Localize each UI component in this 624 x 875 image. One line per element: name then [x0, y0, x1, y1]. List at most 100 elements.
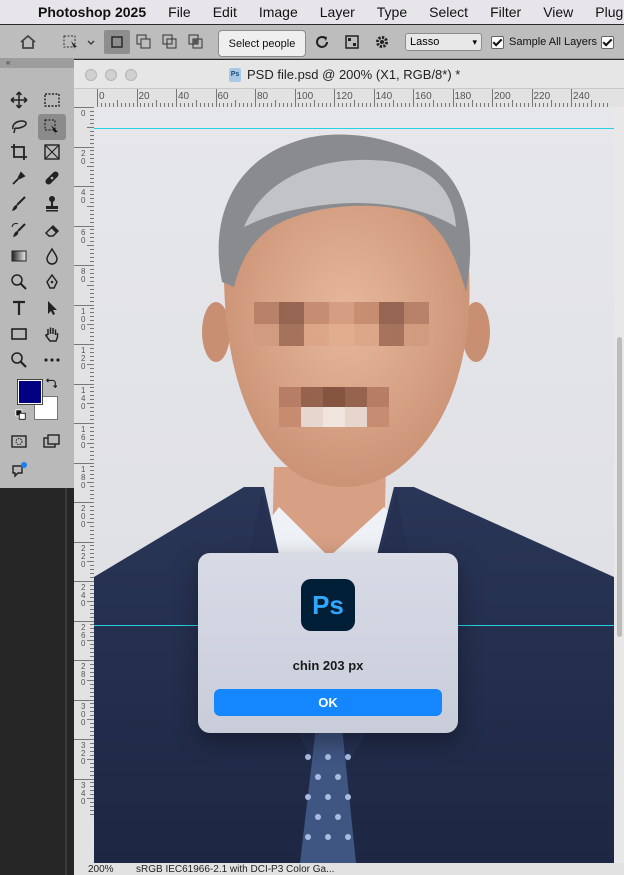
quick-mask-icon[interactable]	[8, 430, 30, 452]
menu-type[interactable]: Type	[377, 4, 407, 20]
gradient-tool-icon[interactable]	[8, 245, 30, 267]
menu-select[interactable]: Select	[429, 4, 468, 20]
rectangle-tool-icon[interactable]	[8, 323, 30, 345]
ruler-tick	[136, 89, 138, 107]
default-colors-icon[interactable]	[14, 408, 28, 422]
ruler-minor-tick	[551, 100, 553, 107]
hand-tool-icon[interactable]	[41, 323, 63, 345]
checkmark-icon	[600, 35, 614, 49]
menu-edit[interactable]: Edit	[213, 4, 237, 20]
color-profile-info[interactable]: sRGB IEC61966-2.1 with DCI-P3 Color Ga..…	[136, 864, 334, 875]
path-selection-tool-icon[interactable]	[41, 297, 63, 319]
brush-tool-icon[interactable]	[8, 193, 30, 215]
menu-app-name[interactable]: Photoshop 2025	[38, 4, 146, 20]
vertical-scrollbar-thumb[interactable]	[617, 337, 622, 637]
ruler-tick	[413, 89, 414, 107]
home-icon[interactable]	[16, 30, 40, 54]
ruler-minor-tick	[87, 363, 94, 365]
ruler-label: 2 4 0	[81, 583, 86, 608]
menu-image[interactable]: Image	[259, 4, 298, 20]
ok-button[interactable]: OK	[214, 689, 442, 716]
ruler-tick	[531, 89, 533, 107]
vertical-scrollbar[interactable]	[614, 107, 624, 863]
ruler-label: 1 4 0	[81, 385, 86, 411]
new-selection-icon[interactable]	[104, 30, 130, 54]
ruler-label: 60	[217, 91, 229, 102]
auto-enhance-checkbox[interactable]	[600, 30, 614, 54]
healing-brush-tool-icon[interactable]	[41, 167, 63, 189]
ruler-label: 160	[415, 91, 432, 102]
frame-tool-icon[interactable]	[41, 141, 63, 163]
mode-select[interactable]: Lasso ▾	[405, 33, 482, 51]
collapse-panel-icon[interactable]: «	[0, 58, 74, 68]
subtract-from-selection-icon[interactable]	[160, 30, 180, 54]
zoom-window-icon[interactable]	[125, 69, 137, 81]
ruler-label: 120	[336, 91, 353, 102]
menu-layer[interactable]: Layer	[320, 4, 355, 20]
ruler-tick	[74, 383, 94, 385]
add-to-selection-icon[interactable]	[134, 30, 154, 54]
vertical-ruler[interactable]: 0 2 0 4 0 6 0 8 0 1 0 0 1 2 0 1 4 0 1 6 0 1 8 0 2 …	[74, 107, 95, 863]
intersect-selection-icon[interactable]	[186, 30, 206, 54]
ruler-label: 6 0	[81, 227, 86, 245]
screen-mode-icon[interactable]	[41, 430, 63, 452]
ruler-label: 2 2 0	[81, 543, 86, 569]
object-selection-tool-icon[interactable]	[38, 114, 66, 140]
ruler-tick	[176, 89, 177, 107]
refresh-icon[interactable]	[312, 30, 332, 54]
horizontal-ruler[interactable]: 0 20 40 60 80 100 120 140 160 180 200 220 240	[74, 89, 624, 108]
sample-all-layers-checkbox[interactable]	[490, 30, 504, 54]
foreground-color-swatch[interactable]	[17, 379, 43, 405]
menu-file[interactable]: File	[168, 4, 191, 20]
object-finder-icon[interactable]	[342, 30, 362, 54]
blur-tool-icon[interactable]	[41, 245, 63, 267]
close-window-icon[interactable]	[85, 69, 97, 81]
ruler-label: 1 8 0	[81, 464, 86, 490]
photoshop-app-icon: Ps	[301, 579, 355, 631]
ruler-label: 3 2 0	[81, 741, 86, 766]
zoom-level[interactable]: 200%	[88, 864, 114, 875]
ruler-tick	[74, 778, 94, 780]
eyedropper-tool-icon[interactable]	[8, 167, 30, 189]
type-tool-icon[interactable]	[8, 297, 30, 319]
zoom-tool-icon[interactable]	[8, 349, 30, 371]
ruler-tick	[452, 89, 454, 107]
dialog-message: chin 203 px	[292, 658, 364, 673]
menu-filter[interactable]: Filter	[490, 4, 521, 20]
ruler-label: 2 0 0	[81, 504, 86, 529]
marquee-tool-icon[interactable]	[41, 89, 63, 111]
crop-tool-icon[interactable]	[8, 141, 30, 163]
pen-tool-icon[interactable]	[41, 271, 63, 293]
ruler-tick	[294, 89, 296, 107]
ruler-minor-tick	[235, 100, 237, 107]
select-people-button[interactable]: Select people	[218, 30, 306, 57]
guide-line-top[interactable]	[94, 128, 614, 129]
more-tools-icon[interactable]	[41, 349, 63, 371]
sample-all-layers-label: Sample All Layers	[509, 36, 598, 48]
lasso-tool-icon[interactable]	[8, 115, 30, 137]
image-canvas[interactable]	[94, 107, 614, 863]
menu-view[interactable]: View	[543, 4, 573, 20]
ruler-minor-tick	[511, 100, 513, 107]
move-tool-icon[interactable]	[8, 89, 30, 111]
menu-plugins[interactable]: Plugin	[595, 4, 624, 20]
minimize-window-icon[interactable]	[105, 69, 117, 81]
ruler-tick	[74, 146, 94, 148]
ruler-minor-tick	[314, 100, 316, 107]
dodge-tool-icon[interactable]	[8, 271, 30, 293]
history-brush-tool-icon[interactable]	[8, 219, 30, 241]
swap-colors-icon[interactable]	[44, 376, 58, 390]
ruler-tick	[74, 186, 94, 187]
ruler-label: 1 2 0	[81, 346, 86, 371]
ruler-label: 2 0	[81, 148, 86, 166]
generative-tool-icon[interactable]	[8, 459, 30, 481]
object-selection-preset-icon[interactable]	[58, 30, 98, 54]
ruler-tick	[74, 660, 94, 661]
ruler-minor-tick	[116, 100, 118, 107]
clone-stamp-tool-icon[interactable]	[41, 193, 63, 215]
gear-icon[interactable]	[372, 30, 392, 54]
ruler-minor-tick	[87, 600, 94, 602]
ruler-label: 80	[257, 91, 269, 102]
eraser-tool-icon[interactable]	[41, 219, 63, 241]
ruler-minor-tick	[87, 166, 94, 168]
